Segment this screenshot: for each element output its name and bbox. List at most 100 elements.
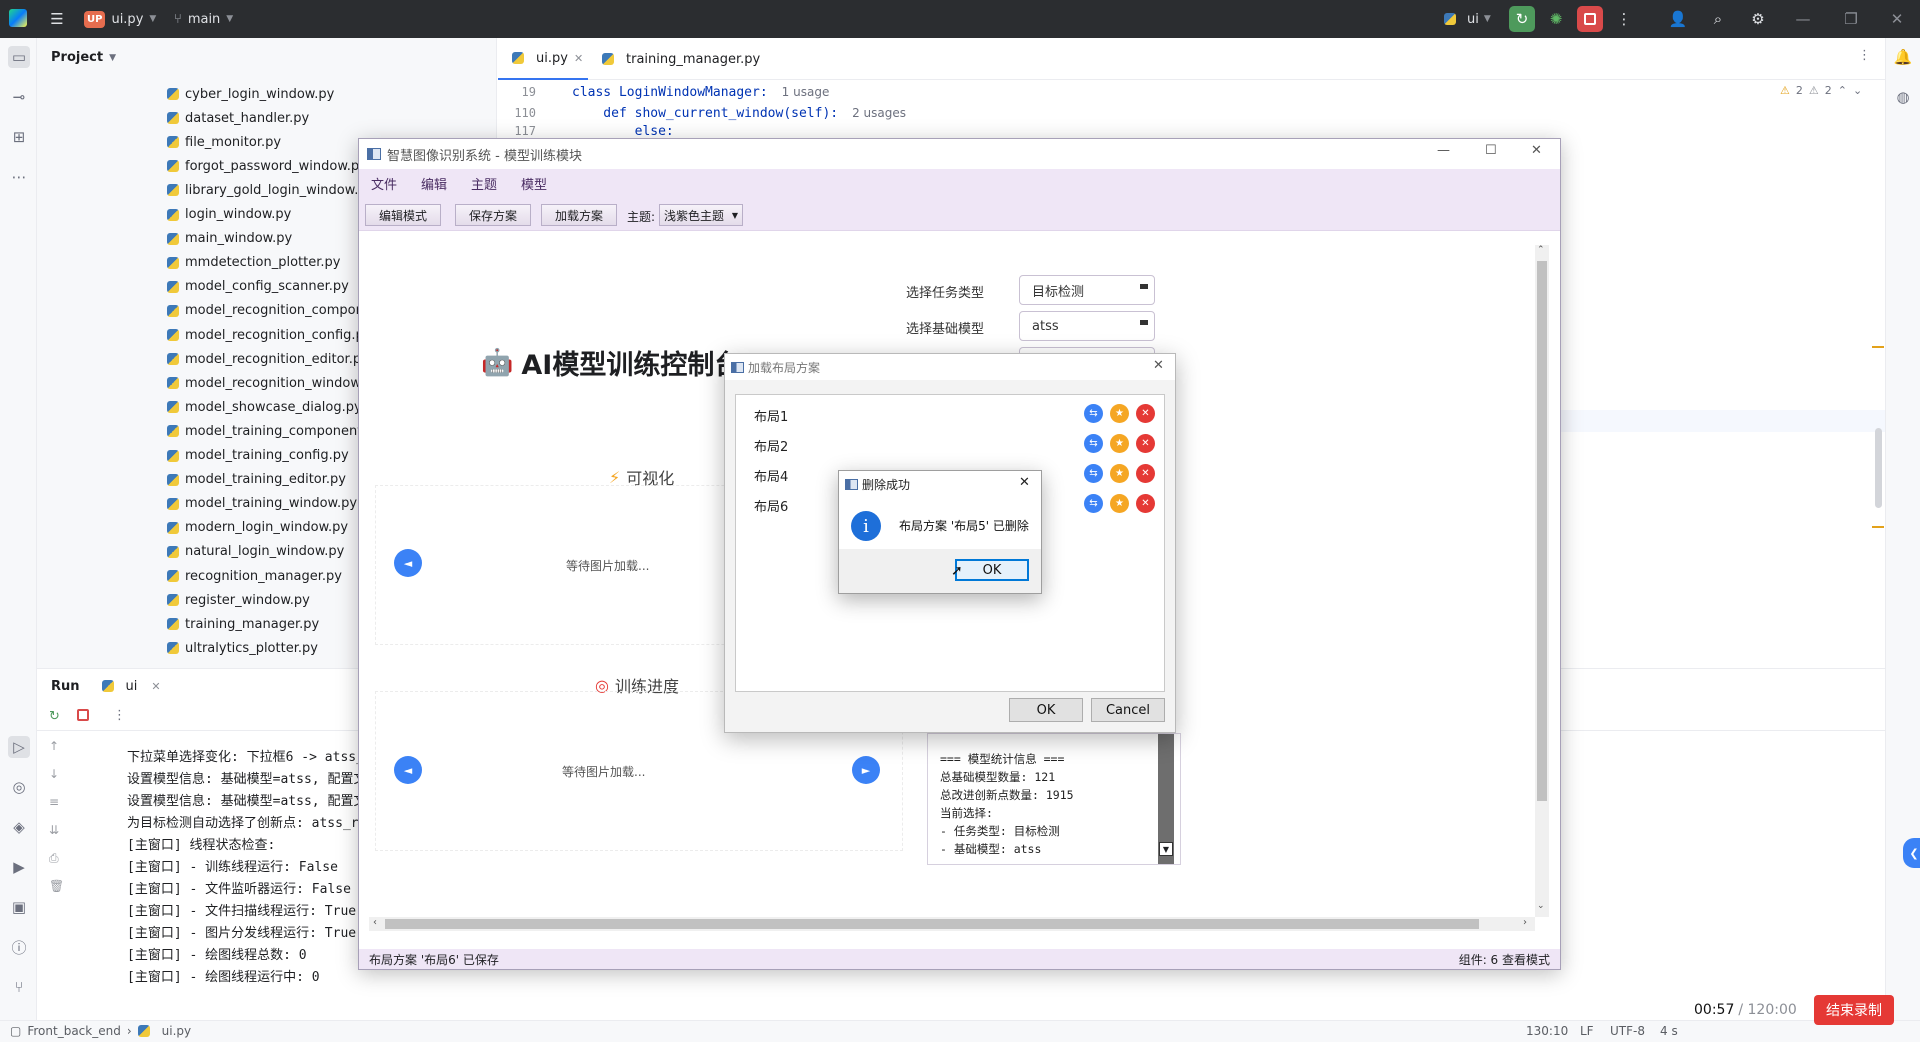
delete-layout-icon[interactable]: ✕ — [1136, 404, 1155, 423]
dialog-cancel-button[interactable]: Cancel — [1091, 698, 1165, 722]
file-tree-item[interactable]: login_window.py — [167, 203, 291, 227]
layers-icon[interactable]: ◈ — [8, 816, 30, 838]
run-tool-icon[interactable]: ▷ — [8, 736, 30, 758]
load-layout-icon[interactable]: ⇆ — [1084, 494, 1103, 513]
dialog-ok-button[interactable]: OK — [1009, 698, 1083, 722]
maximize-icon[interactable]: ❐ — [1838, 6, 1864, 32]
minimize-icon[interactable]: — — [1437, 143, 1450, 158]
stats-box[interactable]: === 模型统计信息 === 总基础模型数量: 121 总改进创新点数量: 1915… — [927, 733, 1181, 865]
ide-logo-icon[interactable] — [9, 9, 27, 27]
delete-layout-icon[interactable]: ✕ — [1136, 494, 1155, 513]
more-icon[interactable]: ⋮ — [113, 708, 126, 723]
file-tree-item[interactable]: model_training_components.py — [167, 419, 389, 443]
add-user-icon[interactable]: 👤 — [1665, 6, 1691, 32]
horizontal-scroll-thumb[interactable] — [385, 919, 1479, 929]
edit-mode-button[interactable]: 编辑模式 — [365, 204, 441, 226]
maximize-icon[interactable]: ☐ — [1485, 143, 1497, 158]
close-icon[interactable]: ✕ — [1884, 6, 1910, 32]
file-tree-item[interactable]: natural_login_window.py — [167, 540, 344, 564]
collapse-arrow-icon[interactable]: ❮ — [1903, 838, 1920, 868]
favorite-star-icon[interactable]: ★ — [1110, 464, 1129, 483]
menu-file[interactable]: 文件 — [359, 174, 409, 193]
structure-icon[interactable]: ⊞ — [8, 126, 30, 148]
soft-wrap-icon[interactable]: ≡ — [49, 795, 69, 823]
load-layout-button[interactable]: 加载方案 — [541, 204, 617, 226]
branch-widget[interactable]: ⑂ main ▼ — [174, 8, 233, 30]
breadcrumb-project[interactable]: Front_back_end — [27, 1024, 120, 1038]
search-icon[interactable]: ⌕ — [1705, 6, 1731, 32]
scroll-right-arrow-icon[interactable]: › — [1523, 917, 1527, 928]
file-tree-item[interactable]: mmdetection_plotter.py — [167, 251, 340, 275]
task-type-select[interactable]: 目标检测 — [1019, 275, 1155, 305]
theme-select[interactable]: 浅紫色主题 ▼ — [659, 204, 743, 226]
canvas-horizontal-scrollbar[interactable]: ‹ › — [369, 917, 1535, 931]
indent-setting[interactable]: 4 s — [1660, 1024, 1678, 1038]
file-tree-item[interactable]: recognition_manager.py — [167, 564, 342, 588]
file-tree-item[interactable]: ultralytics_plotter.py — [167, 636, 318, 660]
delete-layout-icon[interactable]: ✕ — [1136, 434, 1155, 453]
file-tree-item[interactable]: cyber_login_window.py — [167, 82, 334, 106]
chevron-up-icon[interactable]: ⌃ — [1838, 84, 1847, 97]
tab-more-icon[interactable]: ⋮ — [1858, 48, 1871, 63]
vertical-scroll-thumb[interactable] — [1537, 261, 1547, 801]
more-actions-icon[interactable]: ⋮ — [1611, 6, 1637, 32]
ai-assistant-icon[interactable]: ◍ — [1892, 86, 1914, 108]
more-tools-icon[interactable]: ⋯ — [8, 166, 30, 188]
layout-row[interactable]: 布局2 ⇆ ★ ✕ — [736, 431, 1164, 457]
menu-model[interactable]: 模型 — [509, 174, 559, 193]
delete-layout-icon[interactable]: ✕ — [1136, 464, 1155, 483]
file-tree-item[interactable]: register_window.py — [167, 588, 310, 612]
file-tree-item[interactable]: model_training_window.py — [167, 492, 357, 516]
stop-icon[interactable] — [1577, 6, 1603, 32]
settings-gear-icon[interactable]: ⚙ — [1745, 6, 1771, 32]
file-encoding[interactable]: UTF-8 — [1610, 1024, 1645, 1038]
project-widget[interactable]: UP ui.py ▼ — [84, 8, 156, 30]
python-console-icon[interactable]: ◎ — [8, 776, 30, 798]
usage-hint[interactable]: 2 usages — [852, 106, 906, 120]
file-tree-item[interactable]: model_recognition_config.py — [167, 323, 372, 347]
base-model-select[interactable]: atss — [1019, 311, 1155, 341]
close-tab-icon[interactable]: ✕ — [151, 680, 160, 693]
load-layout-icon[interactable]: ⇆ — [1084, 434, 1103, 453]
file-tree-item[interactable]: model_showcase_dialog.py — [167, 395, 362, 419]
scroll-to-end-icon[interactable]: ⇊ — [49, 823, 69, 851]
file-tree-item[interactable]: model_recognition_window.py — [167, 371, 380, 395]
commit-icon[interactable]: ⊸ — [8, 86, 30, 108]
run-config-widget[interactable]: ui ▼ — [1444, 8, 1491, 30]
tab-ui-py[interactable]: ui.py ✕ — [498, 38, 588, 80]
scroll-left-arrow-icon[interactable]: ‹ — [373, 917, 377, 928]
message-ok-button[interactable]: OK — [955, 559, 1029, 581]
menu-theme[interactable]: 主题 — [459, 174, 509, 193]
debug-icon[interactable]: ✺ — [1543, 6, 1569, 32]
terminal-icon[interactable]: ▣ — [8, 896, 30, 918]
close-icon[interactable]: ✕ — [1531, 143, 1542, 158]
layout-row[interactable]: 布局1 ⇆ ★ ✕ — [736, 401, 1164, 427]
file-tree-item[interactable]: model_training_config.py — [167, 444, 349, 468]
load-layout-icon[interactable]: ⇆ — [1084, 404, 1103, 423]
scroll-down-arrow-icon[interactable]: ▼ — [1159, 842, 1173, 856]
code-line[interactable]: 19 class LoginWindowManager: 1 usage — [498, 82, 1885, 102]
menu-edit[interactable]: 编辑 — [409, 174, 459, 193]
file-tree-item[interactable]: model_recognition_editor.py — [167, 347, 369, 371]
file-tree-item[interactable]: forgot_password_window.py — [167, 154, 367, 178]
line-separator[interactable]: LF — [1580, 1024, 1594, 1038]
load-layout-icon[interactable]: ⇆ — [1084, 464, 1103, 483]
scroll-up-arrow-icon[interactable]: ⌃ — [1537, 245, 1545, 255]
file-tree-item[interactable]: library_gold_login_window.py — [167, 178, 374, 202]
breadcrumb-file[interactable]: ui.py — [162, 1024, 191, 1038]
code-line[interactable]: 117 else: — [498, 124, 1885, 138]
inspections-widget[interactable]: ⚠ 2 ⚠ 2 ⌃ ⌄ — [1780, 84, 1862, 97]
project-folder-icon[interactable]: ▭ — [8, 46, 30, 68]
chevron-down-icon[interactable]: ⌄ — [1853, 84, 1862, 97]
file-tree-item[interactable]: model_training_editor.py — [167, 468, 346, 492]
file-tree-item[interactable]: modern_login_window.py — [167, 516, 348, 540]
usage-hint[interactable]: 1 usage — [782, 85, 830, 99]
caret-position[interactable]: 130:10 — [1526, 1024, 1568, 1038]
clear-icon[interactable]: 🗑 — [49, 879, 69, 907]
stop-icon[interactable] — [77, 709, 89, 721]
favorite-star-icon[interactable]: ★ — [1110, 434, 1129, 453]
file-tree-item[interactable]: dataset_handler.py — [167, 106, 309, 130]
favorite-star-icon[interactable]: ★ — [1110, 404, 1129, 423]
scroll-down-arrow-icon[interactable]: ⌄ — [1537, 901, 1545, 911]
file-tree-item[interactable]: file_monitor.py — [167, 130, 281, 154]
